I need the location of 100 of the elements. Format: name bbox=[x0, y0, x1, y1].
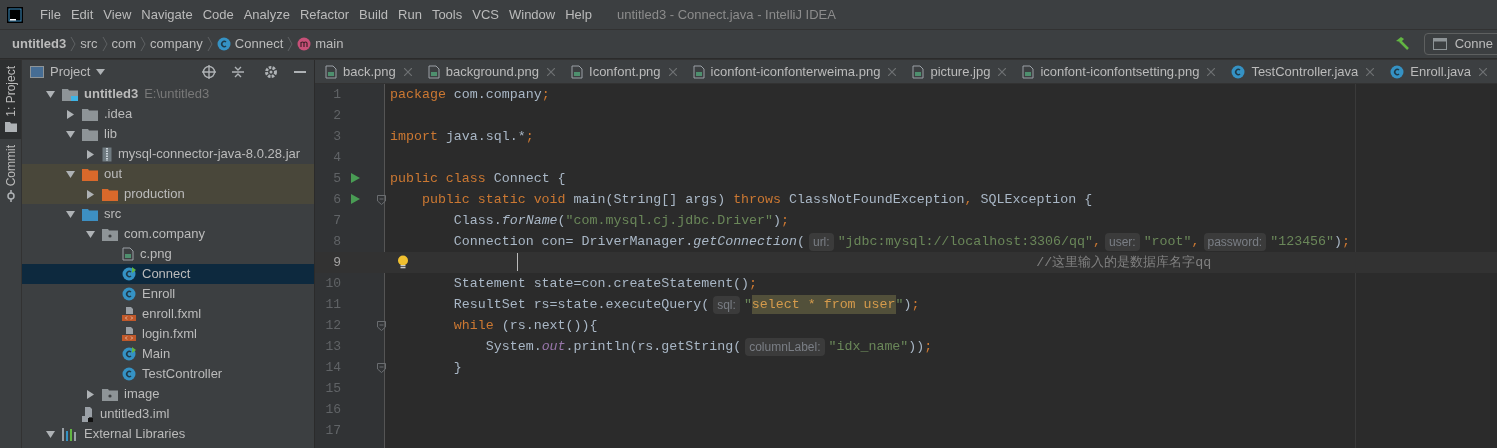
folder-icon bbox=[82, 167, 98, 181]
breadcrumb[interactable]: Connect bbox=[216, 34, 284, 54]
folder-icon bbox=[82, 107, 98, 121]
code-token: "123456" bbox=[1270, 232, 1335, 251]
menu-item[interactable]: Help bbox=[560, 4, 597, 25]
tree-item[interactable]: enroll.fxml bbox=[22, 304, 314, 324]
tree-item[interactable]: out bbox=[22, 164, 314, 184]
code-token: ; bbox=[749, 274, 758, 293]
collapsed-arrow-icon[interactable] bbox=[85, 149, 95, 159]
menu-item[interactable]: File bbox=[35, 4, 66, 25]
tree-item[interactable]: TestController bbox=[22, 364, 314, 384]
fold-icon[interactable] bbox=[377, 363, 386, 373]
panel-title[interactable]: Project bbox=[50, 62, 91, 82]
expanded-arrow-icon[interactable] bbox=[65, 129, 75, 139]
code-token: import bbox=[390, 127, 438, 146]
folder-icon bbox=[102, 387, 118, 401]
code-token: " bbox=[743, 295, 752, 314]
editor-tab[interactable]: Iconfont.png bbox=[561, 60, 683, 83]
lightbulb-icon[interactable] bbox=[397, 255, 409, 270]
tree-item[interactable]: External Libraries bbox=[22, 424, 314, 444]
tool-window-tab[interactable]: Commit bbox=[0, 138, 21, 209]
tree-item-label: enroll.fxml bbox=[142, 305, 202, 324]
close-icon[interactable] bbox=[1366, 67, 1375, 76]
expanded-arrow-icon[interactable] bbox=[45, 429, 55, 439]
code-token: Connection con= DriverManager. bbox=[453, 232, 694, 251]
tree-item-label: untitled3.iml bbox=[100, 405, 170, 424]
close-icon[interactable] bbox=[403, 67, 412, 76]
tool-window-tab[interactable]: 1: Project bbox=[0, 60, 21, 139]
editor-tab[interactable]: Enroll.java bbox=[1380, 60, 1494, 83]
tree-item[interactable]: lib bbox=[22, 124, 314, 144]
fold-icon[interactable] bbox=[377, 321, 386, 331]
tree-item[interactable]: untitled3 E:\untitled3 bbox=[22, 84, 314, 104]
breadcrumb[interactable]: src bbox=[80, 34, 98, 54]
tree-item[interactable]: untitled3.iml bbox=[22, 404, 314, 424]
editor-tab[interactable]: iconfont-iconfonterweima.png bbox=[682, 60, 903, 83]
menu-item[interactable]: VCS bbox=[467, 4, 504, 25]
editor-tab[interactable]: picture.jpg bbox=[902, 60, 1013, 83]
editor-tab[interactable]: TestController.java bbox=[1221, 60, 1381, 83]
close-icon[interactable] bbox=[547, 67, 555, 76]
menu-item[interactable]: Build bbox=[354, 4, 393, 25]
tree-item[interactable]: mysql-connector-java-8.0.28.jar bbox=[22, 144, 314, 164]
code-token: getConnection bbox=[693, 232, 797, 251]
collapsed-arrow-icon[interactable] bbox=[85, 389, 95, 399]
editor-tab[interactable]: back.png bbox=[315, 60, 418, 83]
menu-item[interactable]: Refactor bbox=[294, 4, 355, 25]
expanded-arrow-icon[interactable] bbox=[65, 169, 75, 179]
breadcrumb[interactable]: company bbox=[150, 34, 203, 54]
tree-item[interactable]: Enroll bbox=[22, 284, 314, 304]
close-icon[interactable] bbox=[1207, 67, 1216, 76]
image-file-icon bbox=[1022, 64, 1035, 79]
menu-item[interactable]: Edit bbox=[65, 4, 99, 25]
close-icon[interactable] bbox=[998, 67, 1007, 76]
tree-item[interactable]: login.fxml bbox=[22, 324, 314, 344]
folder-icon bbox=[82, 127, 98, 141]
collapsed-arrow-icon[interactable] bbox=[85, 189, 95, 199]
code-token: )) bbox=[908, 337, 925, 356]
menu-item[interactable]: Tools bbox=[426, 4, 468, 25]
code-token: ResultSet rs=state.executeQuery( bbox=[453, 295, 710, 314]
run-icon[interactable] bbox=[351, 173, 360, 183]
tree-item[interactable]: Main bbox=[22, 344, 314, 364]
fold-icon[interactable] bbox=[377, 195, 386, 205]
code-token: public class bbox=[390, 169, 486, 188]
run-icon[interactable] bbox=[351, 194, 360, 204]
project-path: E:\untitled3 bbox=[144, 85, 210, 104]
close-icon[interactable] bbox=[888, 67, 897, 76]
code-token: "com.mysql.cj.jdbc.Driver" bbox=[565, 211, 774, 230]
editor-tab[interactable]: iconfont-iconfontsetting.png bbox=[1012, 60, 1222, 83]
editor-tab[interactable]: background.png bbox=[417, 60, 561, 83]
tree-item[interactable]: Connect bbox=[22, 264, 314, 284]
line-number: 9 bbox=[332, 253, 341, 272]
libraries-icon bbox=[62, 427, 78, 441]
code-token: Class. bbox=[453, 211, 502, 230]
menu-item[interactable]: Navigate bbox=[136, 4, 198, 25]
close-icon[interactable] bbox=[1479, 67, 1488, 76]
tree-item[interactable]: src bbox=[22, 204, 314, 224]
breadcrumb[interactable]: untitled3 bbox=[12, 34, 67, 54]
collapsed-arrow-icon[interactable] bbox=[65, 109, 75, 119]
menu-item[interactable]: Analyze bbox=[238, 4, 295, 25]
tree-item[interactable]: .idea bbox=[22, 104, 314, 124]
close-icon[interactable] bbox=[668, 67, 677, 76]
locate-icon[interactable] bbox=[202, 65, 216, 79]
tree-item-label: mysql-connector-java-8.0.28.jar bbox=[118, 145, 301, 164]
tree-item[interactable]: image bbox=[22, 384, 314, 404]
menu-item[interactable]: Window bbox=[503, 4, 561, 25]
expanded-arrow-icon[interactable] bbox=[45, 89, 55, 99]
code-token: ) bbox=[903, 295, 912, 314]
menu-item[interactable]: Code bbox=[197, 4, 239, 25]
breadcrumb[interactable]: main bbox=[297, 34, 344, 54]
tree-item[interactable]: com.company bbox=[22, 224, 314, 244]
run-configuration-dropdown[interactable]: Conne bbox=[1423, 33, 1497, 55]
tree-item[interactable]: c.png bbox=[22, 244, 314, 264]
tree-item[interactable]: production bbox=[22, 184, 314, 204]
breadcrumb[interactable]: com bbox=[111, 34, 137, 54]
collapse-all-icon[interactable] bbox=[232, 65, 244, 79]
dropdown-caret-icon[interactable] bbox=[96, 69, 106, 75]
folder-icon bbox=[4, 120, 17, 133]
settings-icon[interactable] bbox=[264, 65, 278, 79]
menu-item[interactable]: View bbox=[98, 4, 137, 25]
menu-item[interactable]: Run bbox=[393, 4, 427, 25]
fxml-file-icon bbox=[122, 307, 136, 321]
